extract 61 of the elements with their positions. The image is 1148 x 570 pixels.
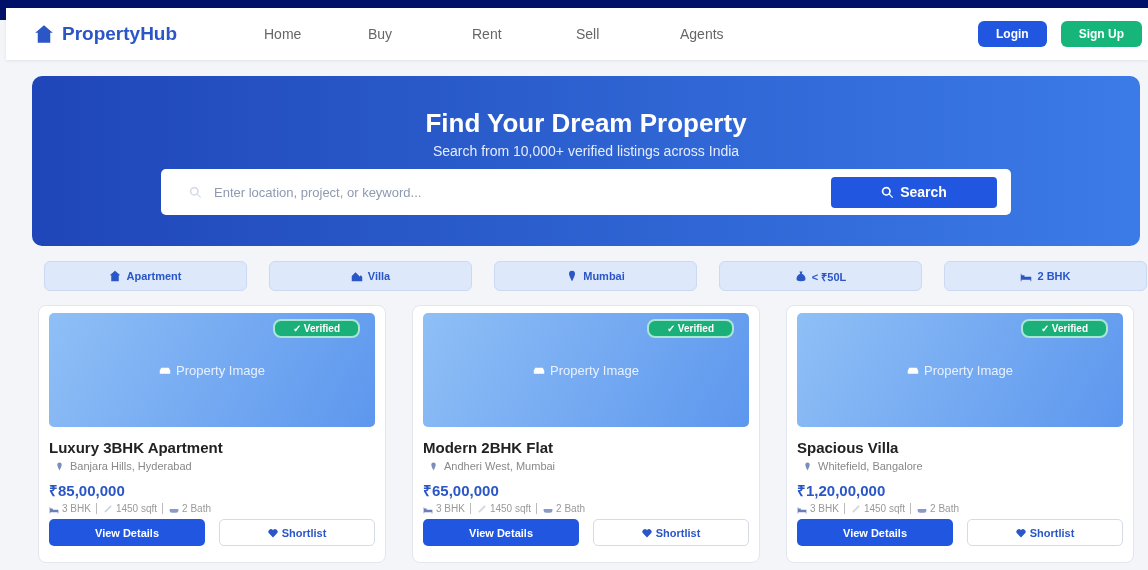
shortlist-button[interactable]: Shortlist (593, 519, 749, 546)
nav-link[interactable]: Sell (576, 26, 680, 42)
property-price: ₹1,20,00,000 (797, 481, 887, 500)
search-field[interactable]: Enter location, project, or keyword... Search (161, 169, 1011, 215)
verified-badge: ✓ Verified (1021, 319, 1108, 338)
nav-link[interactable]: Agents (680, 26, 784, 42)
filter-chip[interactable]: 2 BHK (944, 261, 1147, 291)
search-icon (881, 185, 895, 199)
area-size: 1450 sqft (863, 503, 906, 514)
property-location: Whitefield, Bangalore (818, 460, 923, 472)
bathroom-count: 2 Bath (930, 503, 959, 514)
filter-chip[interactable]: < ₹50L (719, 261, 922, 291)
property-price: ₹85,00,000 (49, 481, 126, 500)
pin-icon (803, 461, 812, 471)
villa-icon (350, 270, 363, 282)
ruler-icon (850, 503, 861, 514)
nav-link[interactable]: Home (264, 26, 368, 42)
image-label: Property Image (533, 362, 639, 378)
filter-chip[interactable]: Mumbai (494, 261, 697, 291)
ruler-icon (476, 503, 487, 514)
shortlist-button[interactable]: Shortlist (967, 519, 1123, 546)
property-price: ₹65,00,000 (423, 481, 500, 500)
house-icon (34, 24, 54, 44)
search-button[interactable]: Search (831, 176, 997, 208)
bathroom-count: 2 Bath (556, 503, 585, 514)
verified-badge: ✓ Verified (273, 319, 360, 338)
image-label: Property Image (159, 362, 265, 378)
heart-icon (1015, 527, 1026, 538)
nav-link[interactable]: Buy (368, 26, 472, 42)
view-details-button[interactable]: View Details (423, 519, 579, 546)
property-location: Banjara Hills, Hyderabad (70, 460, 192, 472)
property-title: Spacious Villa (797, 439, 900, 456)
bedroom-count: 3 BHK (62, 503, 91, 514)
search-icon (189, 185, 202, 199)
money-bag-icon (794, 270, 807, 282)
shortlist-button[interactable]: Shortlist (219, 519, 375, 546)
ruler-icon (102, 503, 113, 514)
login-button[interactable]: Login (978, 21, 1047, 47)
property-title: Modern 2BHK Flat (423, 439, 554, 456)
bathroom-count: 2 Bath (182, 503, 211, 514)
house-icon (109, 270, 122, 282)
brand-logo[interactable]: PropertyHub (34, 23, 264, 45)
property-title: Luxury 3BHK Apartment (49, 439, 224, 456)
view-details-button[interactable]: View Details (797, 519, 953, 546)
view-details-button[interactable]: View Details (49, 519, 205, 546)
bedroom-count: 3 BHK (810, 503, 839, 514)
hero-title: Find Your Dream Property (425, 108, 747, 139)
verified-badge: ✓ Verified (647, 319, 734, 338)
filter-chip[interactable]: Apartment (44, 261, 247, 291)
pin-icon (429, 461, 438, 471)
pin-icon (55, 461, 64, 471)
heart-icon (267, 527, 278, 538)
bedroom-count: 3 BHK (436, 503, 465, 514)
area-size: 1450 sqft (115, 503, 158, 514)
nav-link[interactable]: Rent (472, 26, 576, 42)
filter-chip[interactable]: Villa (269, 261, 472, 291)
image-label: Property Image (907, 362, 1013, 378)
property-location: Andheri West, Mumbai (444, 460, 556, 472)
heart-icon (641, 527, 652, 538)
area-size: 1450 sqft (489, 503, 532, 514)
hero-subtitle: Search from 10,000+ verified listings across India (432, 143, 740, 159)
